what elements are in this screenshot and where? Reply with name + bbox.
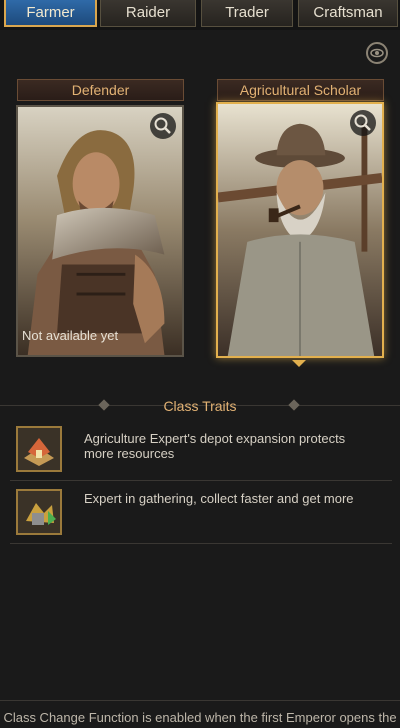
agricultural-scholar-card[interactable]	[216, 102, 384, 358]
trait-description: Agriculture Expert's depot expansion pro…	[84, 431, 346, 461]
defender-card[interactable]: Not available yet	[16, 105, 184, 357]
footer-note: Class Change Function is enabled when th…	[3, 710, 397, 725]
magnifier-icon	[354, 114, 371, 131]
trait-row: Agriculture Expert's depot expansion pro…	[10, 420, 392, 481]
availability-status: Not available yet	[22, 328, 119, 343]
trait-description: Expert in gathering, collect faster and …	[84, 491, 354, 506]
footer-divider	[0, 700, 400, 701]
warehouse-icon	[16, 426, 62, 472]
tab-raider[interactable]: Raider	[100, 0, 196, 27]
view-info-icon[interactable]	[366, 42, 388, 64]
defender-title: Defender	[17, 79, 184, 101]
card-title-text: Defender	[71, 82, 130, 98]
card-title-text: Agricultural Scholar	[239, 82, 362, 98]
selected-indicator-icon	[292, 360, 306, 367]
gathering-icon	[16, 489, 62, 535]
tab-trader[interactable]: Trader	[201, 0, 293, 27]
zoom-button[interactable]	[350, 110, 376, 136]
zoom-button[interactable]	[150, 113, 176, 139]
defender-portrait	[18, 107, 182, 355]
agricultural-scholar-title: Agricultural Scholar	[217, 79, 384, 101]
tab-farmer[interactable]: Farmer	[4, 0, 97, 27]
tab-label: Farmer	[26, 4, 75, 21]
traits-heading: Class Traits	[163, 398, 237, 414]
tab-label: Craftsman	[313, 4, 383, 21]
trait-row: Expert in gathering, collect faster and …	[10, 481, 392, 544]
tab-label: Trader	[225, 4, 269, 21]
scholar-portrait	[218, 104, 382, 356]
tab-label: Raider	[125, 4, 171, 21]
class-tab-bar: Farmer Raider Trader Craftsman	[0, 0, 400, 30]
magnifier-icon	[154, 117, 171, 134]
tab-craftsman[interactable]: Craftsman	[298, 0, 398, 27]
